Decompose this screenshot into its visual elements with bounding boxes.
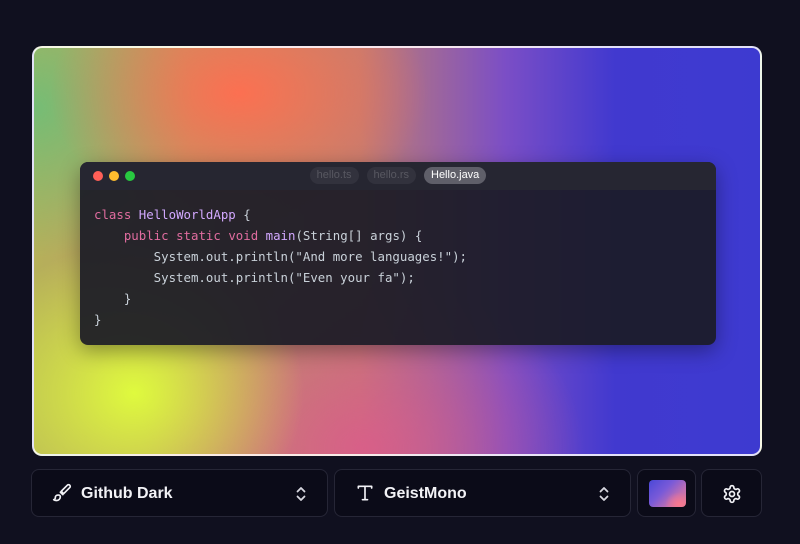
file-tabs: hello.ts hello.rs Hello.java: [80, 167, 716, 184]
code-line: System.out.println("Even your fa");: [94, 270, 415, 285]
chevron-up-down-icon: [296, 487, 306, 501]
gear-icon: [723, 484, 741, 504]
code-editor[interactable]: class HelloWorldApp { public static void…: [80, 190, 716, 330]
settings-button[interactable]: [701, 469, 762, 517]
font-select[interactable]: GeistMono: [334, 469, 631, 517]
background-picker-button[interactable]: [637, 469, 696, 517]
tab-hello-ts[interactable]: hello.ts: [309, 167, 359, 184]
code-line: public static void main(String[] args) {: [123, 228, 423, 243]
code-line: System.out.println("And more languages!"…: [94, 249, 467, 264]
gradient-background-canvas: hello.ts hello.rs Hello.java class Hello…: [32, 46, 762, 456]
code-window: hello.ts hello.rs Hello.java class Hello…: [80, 162, 716, 345]
tab-hello-rs[interactable]: hello.rs: [366, 167, 416, 184]
font-select-label: GeistMono: [384, 485, 467, 502]
code-line: }: [94, 291, 132, 306]
theme-select-label: Github Dark: [81, 485, 173, 502]
tab-hello-java[interactable]: Hello.java: [424, 167, 487, 184]
chevron-up-down-icon: [599, 487, 609, 501]
text-type-icon: [357, 485, 373, 501]
paintbrush-icon: [52, 483, 72, 502]
theme-select[interactable]: Github Dark: [31, 469, 328, 517]
background-swatch: [649, 480, 686, 507]
code-line: class HelloWorldApp {: [94, 207, 251, 222]
code-line: }: [94, 312, 102, 327]
window-title-bar: hello.ts hello.rs Hello.java: [80, 162, 716, 190]
